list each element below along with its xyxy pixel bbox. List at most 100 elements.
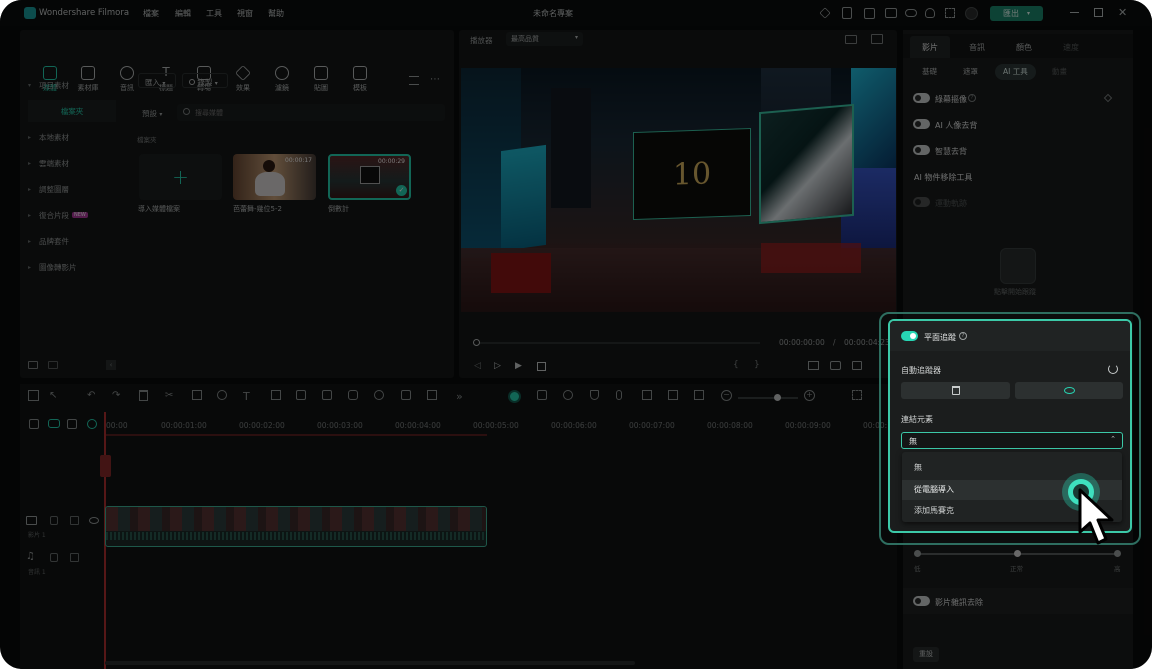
ai-icon[interactable]: [508, 390, 521, 403]
minimize-icon[interactable]: [1070, 12, 1079, 14]
snap-icon[interactable]: [87, 419, 97, 429]
refresh-icon[interactable]: [1108, 364, 1118, 374]
timeline-scrub-bar[interactable]: [473, 339, 760, 346]
noise-removal-toggle[interactable]: [913, 596, 930, 606]
zoom-out-icon[interactable]: −: [721, 390, 732, 401]
export-button[interactable]: 匯出 ▾: [990, 6, 1043, 21]
redo-icon[interactable]: ↷: [112, 390, 126, 404]
headset-icon[interactable]: [925, 8, 935, 18]
snapshot-icon[interactable]: [668, 390, 678, 400]
tracking-target-icon[interactable]: [1000, 248, 1036, 284]
display-icon[interactable]: [808, 361, 819, 370]
more-icon[interactable]: ⋯: [430, 74, 440, 85]
grid-icon[interactable]: [945, 8, 955, 18]
video-preview[interactable]: 10: [461, 68, 896, 312]
stop-icon[interactable]: [537, 362, 546, 371]
help-icon[interactable]: ?: [968, 94, 976, 102]
reset-button[interactable]: 重設: [913, 647, 939, 662]
sidebar-item-cloud[interactable]: ▸ 雲端素材: [28, 152, 116, 174]
scrub-handle[interactable]: [473, 339, 480, 346]
tab-color[interactable]: 顏色: [1016, 42, 1032, 53]
menu-tools[interactable]: 工具: [206, 8, 222, 19]
menu-file[interactable]: 檔案: [143, 8, 159, 19]
tab-template[interactable]: 模板: [343, 66, 377, 93]
magnet-icon[interactable]: [67, 419, 77, 429]
subtab-ai-tools[interactable]: AI 工具: [995, 64, 1036, 80]
color-icon[interactable]: [296, 390, 306, 400]
render-icon[interactable]: [563, 390, 573, 400]
zoom-handle[interactable]: [774, 394, 781, 401]
select-icon[interactable]: ↖: [49, 390, 63, 404]
tab-sticker[interactable]: 貼圖: [304, 66, 338, 93]
delete-track-button[interactable]: [901, 382, 1010, 399]
lock-icon[interactable]: [50, 516, 58, 525]
prev-frame-icon[interactable]: ◁: [474, 361, 481, 371]
lock-icon[interactable]: [50, 553, 58, 562]
smart-cutout-toggle[interactable]: [913, 145, 930, 155]
add-track-icon[interactable]: [29, 419, 39, 429]
media-thumb-countdown[interactable]: 00:00:29 ✓: [328, 154, 411, 200]
import-button[interactable]: 匯入 ▾: [138, 73, 176, 88]
mute-icon[interactable]: [70, 553, 79, 562]
tab-audio[interactable]: 音訊: [969, 42, 985, 53]
record-button[interactable]: 錄製 ▾: [182, 73, 228, 88]
sidebar-item-image-to-video[interactable]: ▸ 圖像轉影片: [28, 256, 116, 278]
undo-icon[interactable]: ↶: [87, 390, 101, 404]
sidebar-item-compound[interactable]: ▸ 復合片段 NEW: [28, 204, 116, 226]
zoom-slider[interactable]: [738, 394, 798, 401]
transform-icon[interactable]: [271, 390, 281, 400]
grid-view-icon[interactable]: [852, 390, 862, 400]
planar-tracking-toggle[interactable]: [901, 331, 918, 341]
slider-handle[interactable]: [1014, 550, 1021, 557]
group-icon[interactable]: [427, 390, 437, 400]
video-clip[interactable]: [105, 506, 487, 547]
tracking-box[interactable]: [759, 103, 854, 225]
text-icon[interactable]: T: [243, 390, 257, 404]
expand-more-icon[interactable]: »: [456, 390, 470, 404]
sidebar-item-folder[interactable]: 檔案夾: [28, 100, 116, 122]
volume-icon[interactable]: [852, 361, 862, 370]
filter-list-icon[interactable]: [409, 76, 419, 85]
collapse-icon[interactable]: ‹: [106, 360, 116, 370]
tab-filter[interactable]: 濾鏡: [265, 66, 299, 93]
sidebar-item-local[interactable]: ▸ 本地素材: [28, 126, 116, 148]
link-element-select[interactable]: 無 ⌃: [901, 432, 1123, 449]
mask-icon[interactable]: [348, 390, 358, 400]
auto-icon[interactable]: [537, 390, 547, 400]
mute-icon[interactable]: [70, 516, 79, 525]
effects-icon[interactable]: [374, 390, 384, 400]
sidebar-item-project[interactable]: ▾ 項目素材: [28, 74, 116, 96]
search-box[interactable]: [177, 104, 445, 121]
timeline-scrollbar[interactable]: [105, 661, 635, 665]
replace-icon[interactable]: [694, 390, 704, 400]
search-input[interactable]: [195, 106, 435, 119]
layout-icon[interactable]: [28, 390, 39, 401]
subtab-mask[interactable]: 遮罩: [955, 64, 986, 80]
mark-in-icon[interactable]: {: [733, 360, 739, 370]
sort-dropdown[interactable]: 預設 ▾: [142, 108, 162, 119]
mic-icon[interactable]: [616, 390, 622, 400]
speed-icon[interactable]: [401, 390, 411, 400]
media-thumb-ballet[interactable]: 00:00:17: [233, 154, 316, 200]
keyframe-icon[interactable]: [322, 390, 332, 400]
shield-icon[interactable]: [590, 390, 599, 400]
subtitle-icon[interactable]: [642, 390, 652, 400]
play-icon[interactable]: ▷: [494, 361, 501, 371]
tab-effects[interactable]: 效果: [226, 65, 260, 93]
sidebar-item-brand[interactable]: ▸ 品牌套件: [28, 230, 116, 252]
eye-icon[interactable]: [89, 517, 99, 524]
doc-icon[interactable]: [842, 7, 852, 19]
subtab-basic[interactable]: 基礎: [914, 64, 945, 80]
folder-icon[interactable]: [48, 361, 58, 369]
sidebar-item-adjustment[interactable]: ▸ 調整圖層: [28, 178, 116, 200]
restore-icon[interactable]: [1094, 8, 1103, 17]
screen-icon[interactable]: [885, 8, 897, 18]
menu-help[interactable]: 幫助: [268, 8, 284, 19]
playhead-handle[interactable]: [100, 455, 111, 477]
quality-dropdown[interactable]: 最高品質 ▾: [506, 32, 583, 46]
chroma-key-toggle[interactable]: [913, 93, 930, 103]
new-folder-icon[interactable]: [28, 361, 38, 369]
chart-icon[interactable]: [871, 34, 883, 44]
link-icon[interactable]: [48, 419, 60, 428]
crop-icon[interactable]: [192, 390, 202, 400]
